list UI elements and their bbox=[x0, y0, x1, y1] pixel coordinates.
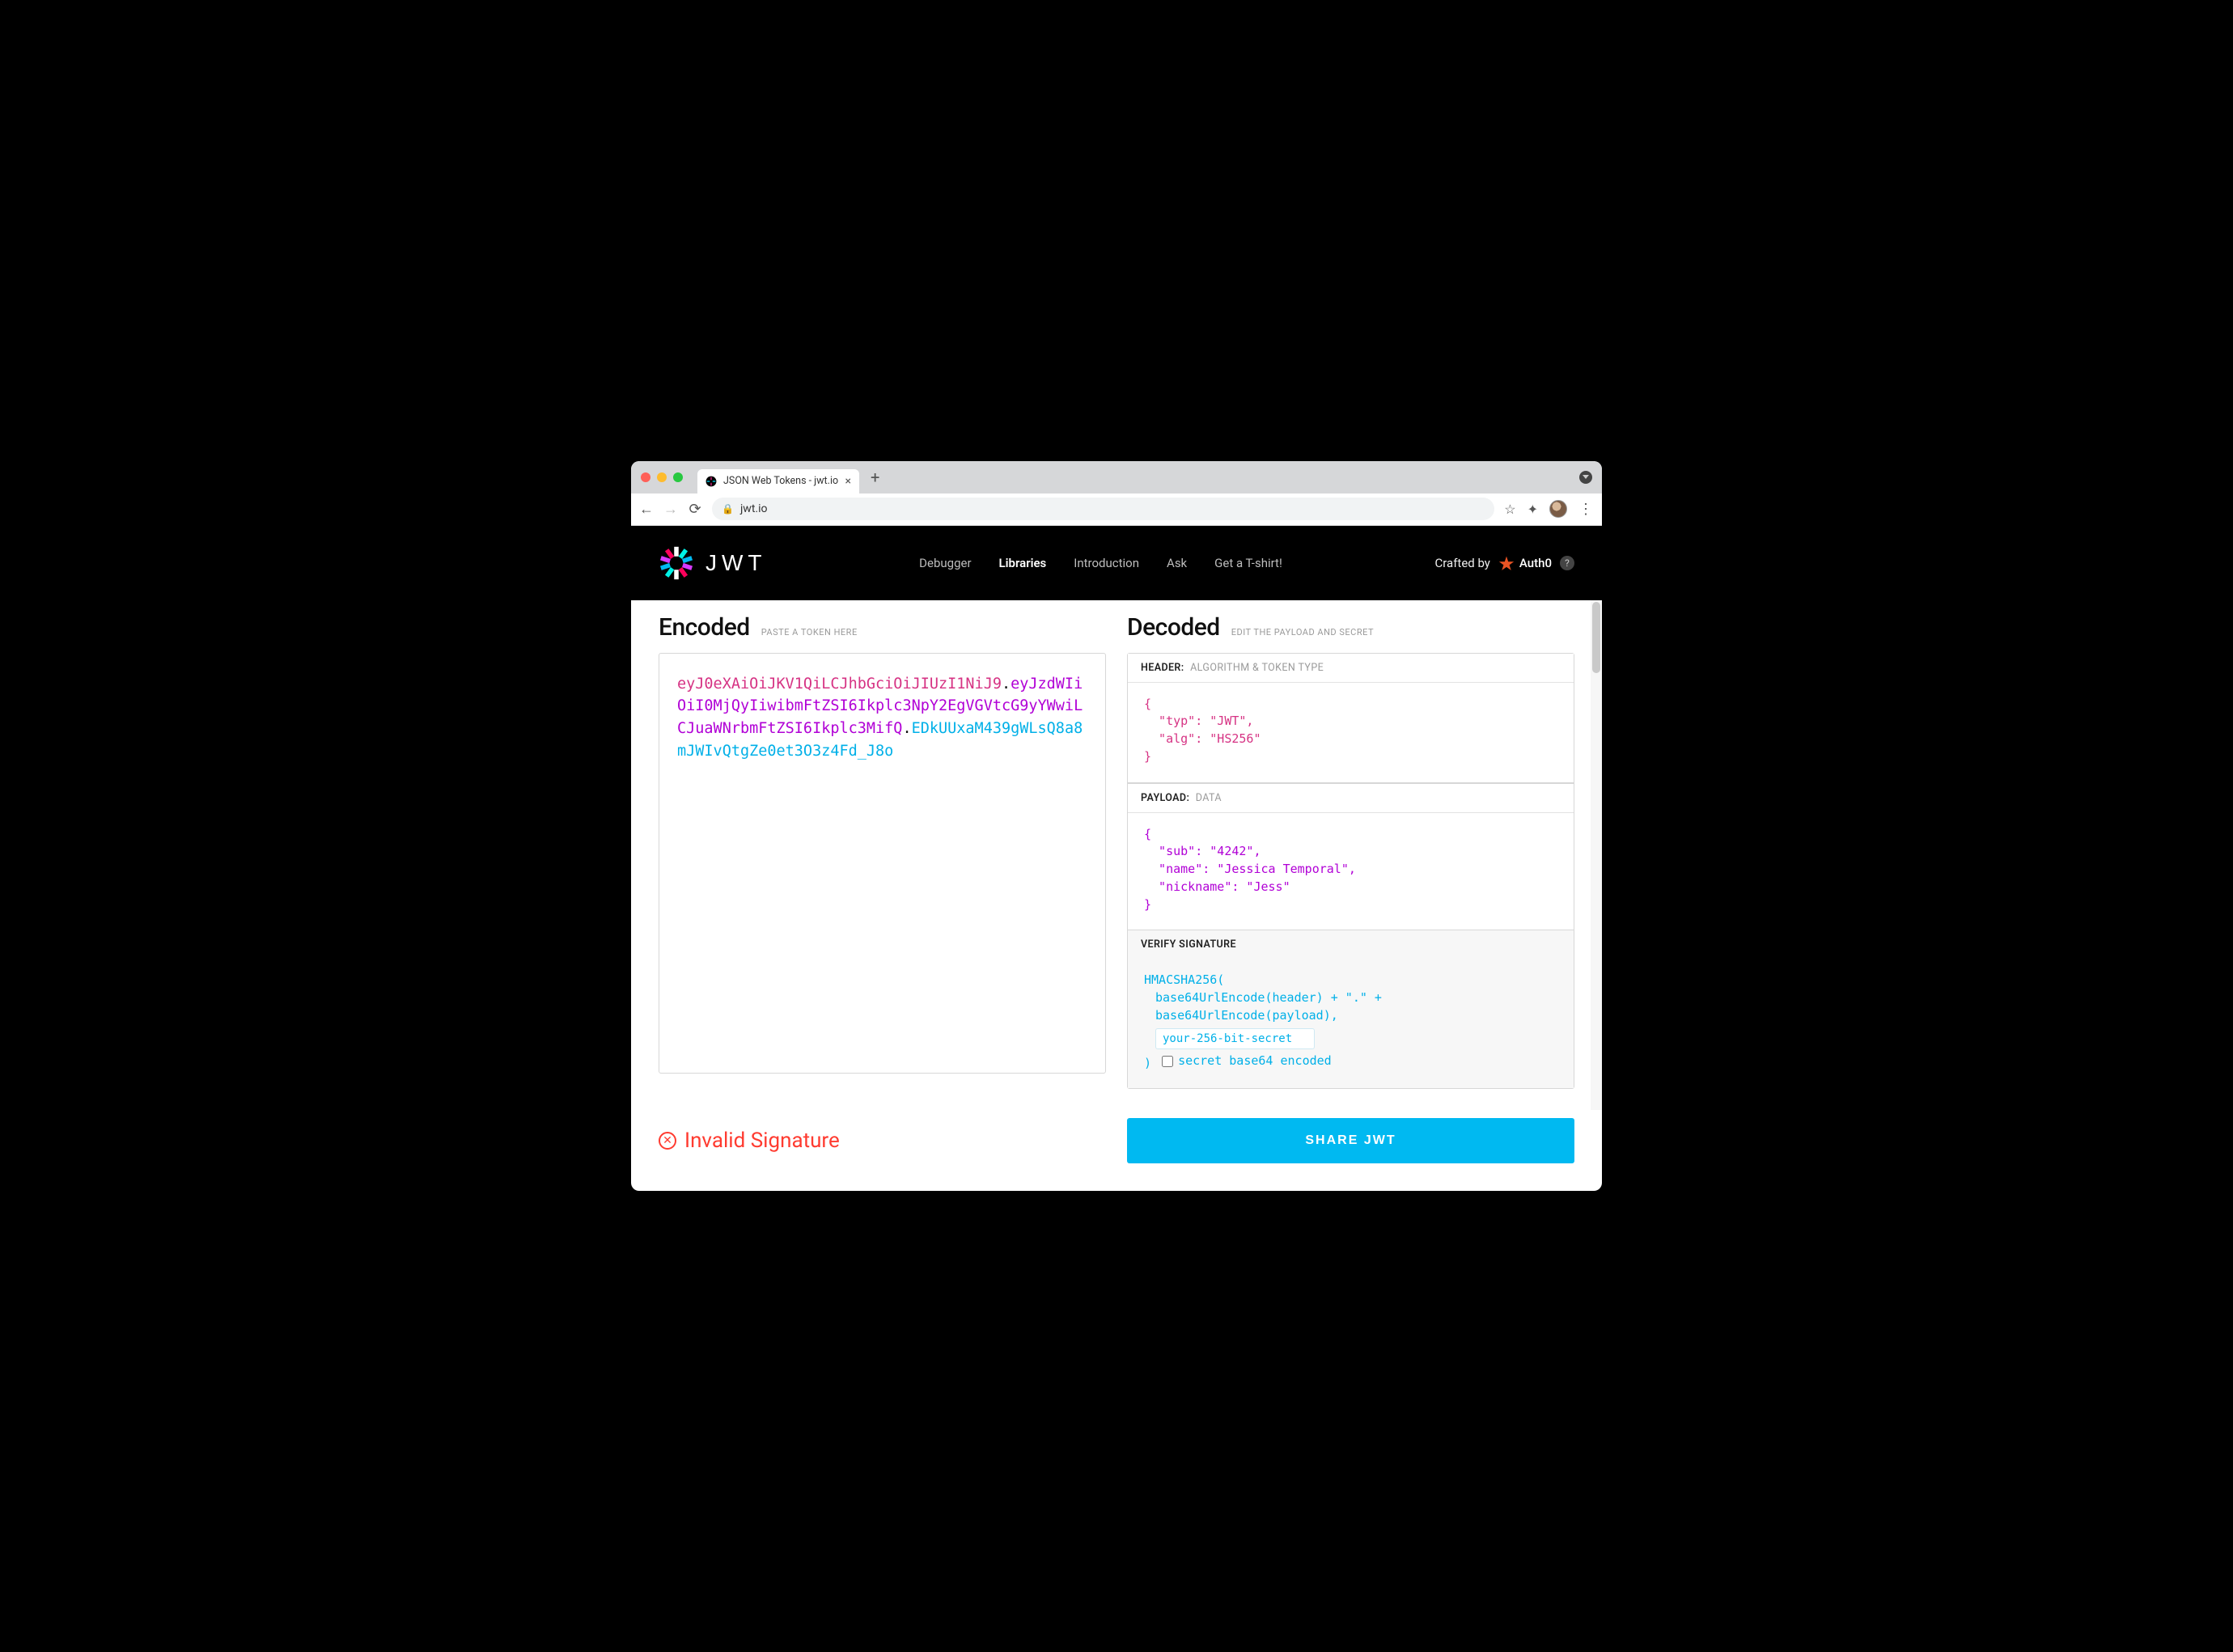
profile-avatar[interactable] bbox=[1549, 500, 1567, 518]
nav-tshirt[interactable]: Get a T-shirt! bbox=[1214, 556, 1282, 570]
encoded-subtitle: PASTE A TOKEN HERE bbox=[761, 627, 858, 638]
header-section: HEADER: ALGORITHM & TOKEN TYPE { "typ": … bbox=[1128, 654, 1574, 783]
token-header-segment: eyJ0eXAiOiJKV1QiLCJhbGciOiJIUzI1NiJ9 bbox=[677, 676, 1002, 693]
header-json: { "typ": "JWT", "alg": "HS256" } bbox=[1144, 696, 1557, 766]
page-scrollbar[interactable] bbox=[1591, 600, 1602, 1111]
address-bar[interactable]: 🔒 jwt.io bbox=[712, 498, 1494, 520]
decoded-subtitle: EDIT THE PAYLOAD AND SECRET bbox=[1231, 627, 1374, 638]
payload-json: { "sub": "4242", "name": "Jessica Tempor… bbox=[1144, 826, 1557, 914]
secret-base64-checkbox[interactable] bbox=[1162, 1056, 1173, 1067]
invalid-icon: ✕ bbox=[659, 1132, 676, 1150]
signature-status-text: Invalid Signature bbox=[684, 1129, 840, 1153]
header-section-desc: ALGORITHM & TOKEN TYPE bbox=[1190, 662, 1324, 674]
verify-section-label: VERIFY SIGNATURE bbox=[1141, 938, 1236, 951]
payload-section-desc: DATA bbox=[1196, 792, 1222, 804]
sig-fn: HMACSHA256( bbox=[1144, 972, 1557, 989]
payload-section-label: PAYLOAD: bbox=[1141, 792, 1189, 804]
scrollbar-thumb[interactable] bbox=[1592, 602, 1600, 673]
auth0-link[interactable]: Auth0 bbox=[1498, 555, 1552, 571]
header-json-editor[interactable]: { "typ": "JWT", "alg": "HS256" } bbox=[1128, 683, 1574, 782]
crafted-by: Crafted by Auth0 ? bbox=[1434, 555, 1574, 571]
sig-close: ) bbox=[1144, 1056, 1151, 1070]
window-controls bbox=[641, 472, 683, 482]
share-jwt-button[interactable]: SHARE JWT bbox=[1127, 1118, 1574, 1163]
secret-base64-toggle[interactable]: secret base64 encoded bbox=[1162, 1053, 1332, 1070]
browser-tab-bar: JSON Web Tokens - jwt.io × + bbox=[631, 461, 1602, 493]
secret-input[interactable] bbox=[1155, 1028, 1315, 1049]
sig-line1: base64UrlEncode(header) + "." + bbox=[1144, 989, 1557, 1007]
site-nav: Debugger Libraries Introduction Ask Get … bbox=[919, 556, 1282, 570]
tab-title: JSON Web Tokens - jwt.io bbox=[723, 475, 838, 487]
window-zoom-button[interactable] bbox=[673, 472, 683, 482]
bookmark-star-icon[interactable]: ☆ bbox=[1504, 502, 1515, 517]
signature-block: HMACSHA256( base64UrlEncode(header) + ".… bbox=[1128, 959, 1574, 1088]
tab-close-icon[interactable]: × bbox=[845, 475, 851, 488]
sig-line2: base64UrlEncode(payload), bbox=[1144, 1007, 1557, 1025]
payload-section: PAYLOAD: DATA { "sub": "4242", "name": "… bbox=[1128, 783, 1574, 931]
site-logo[interactable]: JWT bbox=[659, 545, 767, 581]
logo-wordmark: JWT bbox=[705, 550, 767, 576]
new-tab-button[interactable]: + bbox=[871, 468, 879, 487]
encoded-title: Encoded bbox=[659, 613, 750, 642]
browser-window: JSON Web Tokens - jwt.io × + ← → ⟳ 🔒 jwt… bbox=[631, 461, 1602, 1192]
header-section-label: HEADER: bbox=[1141, 662, 1184, 674]
nav-reload-button[interactable]: ⟳ bbox=[688, 501, 702, 518]
signature-status: ✕ Invalid Signature bbox=[659, 1129, 1106, 1153]
debugger-footer: ✕ Invalid Signature SHARE JWT bbox=[631, 1110, 1602, 1191]
encoded-token-input[interactable]: eyJ0eXAiOiJKV1QiLCJhbGciOiJIUzI1NiJ9.eyJ… bbox=[659, 653, 1106, 1074]
help-icon[interactable]: ? bbox=[1560, 556, 1574, 570]
debugger-content: Encoded PASTE A TOKEN HERE eyJ0eXAiOiJKV… bbox=[631, 600, 1602, 1111]
payload-json-editor[interactable]: { "sub": "4242", "name": "Jessica Tempor… bbox=[1128, 813, 1574, 930]
auth0-logo-icon bbox=[1498, 555, 1515, 571]
nav-debugger[interactable]: Debugger bbox=[919, 556, 971, 570]
browser-tab[interactable]: JSON Web Tokens - jwt.io × bbox=[697, 469, 859, 493]
account-chevron-icon[interactable] bbox=[1579, 471, 1592, 484]
window-minimize-button[interactable] bbox=[657, 472, 667, 482]
nav-ask[interactable]: Ask bbox=[1167, 556, 1187, 570]
page: JWT Debugger Libraries Introduction Ask … bbox=[631, 526, 1602, 1192]
verify-signature-section: VERIFY SIGNATURE HMACSHA256( base64UrlEn… bbox=[1128, 930, 1574, 1088]
nav-introduction[interactable]: Introduction bbox=[1074, 556, 1139, 570]
decoded-panel: HEADER: ALGORITHM & TOKEN TYPE { "typ": … bbox=[1127, 653, 1574, 1090]
tab-favicon-icon bbox=[705, 476, 717, 487]
browser-menu-button[interactable]: ⋮ bbox=[1578, 501, 1594, 518]
site-header: JWT Debugger Libraries Introduction Ask … bbox=[631, 526, 1602, 600]
window-close-button[interactable] bbox=[641, 472, 650, 482]
decoded-column: Decoded EDIT THE PAYLOAD AND SECRET HEAD… bbox=[1127, 613, 1574, 1090]
nav-forward-button[interactable]: → bbox=[663, 501, 678, 518]
lock-icon: 🔒 bbox=[722, 503, 734, 515]
auth0-label: Auth0 bbox=[1519, 556, 1552, 570]
encoded-column: Encoded PASTE A TOKEN HERE eyJ0eXAiOiJKV… bbox=[659, 613, 1106, 1090]
crafted-by-label: Crafted by bbox=[1434, 556, 1489, 570]
browser-toolbar: ← → ⟳ 🔒 jwt.io ☆ ✦ ⋮ bbox=[631, 493, 1602, 526]
url-text: jwt.io bbox=[740, 502, 768, 515]
nav-back-button[interactable]: ← bbox=[639, 501, 654, 518]
decoded-title: Decoded bbox=[1127, 613, 1220, 642]
secret-base64-label: secret base64 encoded bbox=[1178, 1053, 1332, 1070]
nav-libraries[interactable]: Libraries bbox=[999, 556, 1047, 570]
jwt-logo-icon bbox=[659, 545, 694, 581]
extensions-icon[interactable]: ✦ bbox=[1528, 502, 1538, 517]
